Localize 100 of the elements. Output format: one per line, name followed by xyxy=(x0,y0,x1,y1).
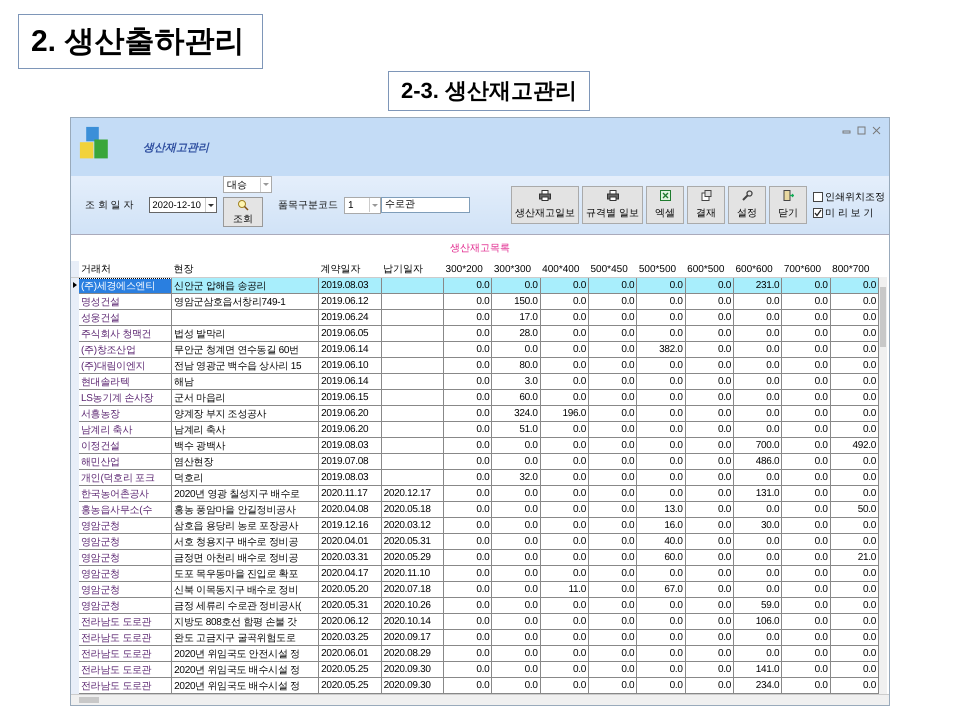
table-cell: 0.0 xyxy=(862,600,876,611)
table-cell: (주)대림이엔지 xyxy=(81,360,146,372)
table-cell: 196.0 xyxy=(562,408,586,419)
table-cell: 700.0 xyxy=(756,440,780,451)
search-button[interactable]: 조회 xyxy=(222,197,263,227)
table-cell: 3.0 xyxy=(524,376,538,387)
table-cell: 0.0 xyxy=(766,408,780,419)
table-cell: 영암군청 xyxy=(81,584,120,596)
toolbar-button[interactable]: 설정 xyxy=(728,186,766,224)
table-cell: 0.0 xyxy=(476,552,490,563)
table-cell: 0.0 xyxy=(718,296,731,307)
table-cell: 2020.05.25 xyxy=(321,664,368,675)
table-cell: 0.0 xyxy=(862,616,876,627)
table-cell: 0.0 xyxy=(621,280,634,291)
table-cell: 2020.10.26 xyxy=(384,600,431,611)
table-cell: 0.0 xyxy=(670,616,683,627)
table-cell: 홍농 풍암마을 안길정비공사 xyxy=(174,504,296,516)
checkbox[interactable]: 미 리 보 기 xyxy=(813,206,885,220)
table-cell: 백수 광백사 xyxy=(174,440,226,452)
table-cell: 0.0 xyxy=(476,584,490,595)
table-cell: 0.0 xyxy=(476,600,490,611)
table-cell: 0.0 xyxy=(718,584,731,595)
table-cell: 2019.12.16 xyxy=(321,520,368,531)
table-cell: 2020.06.01 xyxy=(321,648,368,659)
table-cell: 개인(덕호리 포크 xyxy=(81,472,154,484)
table-cell: 0.0 xyxy=(766,504,780,515)
table-cell: 2020.11.17 xyxy=(321,488,368,499)
table-cell: 전라남도 도로관 xyxy=(81,616,152,628)
table-cell: 0.0 xyxy=(572,632,586,643)
table-cell: 0.0 xyxy=(814,616,828,627)
table-cell: 2019.08.03 xyxy=(321,280,368,291)
table-cell: 0.0 xyxy=(670,632,683,643)
table-cell: 0.0 xyxy=(862,520,876,531)
table-cell: 0.0 xyxy=(766,296,780,307)
table-cell: 금정 세류리 수로관 정비공사( xyxy=(174,600,302,612)
code-select[interactable]: 1 xyxy=(344,196,381,214)
table-cell: 0.0 xyxy=(572,680,586,691)
table-cell: 영암군청 xyxy=(81,552,120,564)
table-cell: 0.0 xyxy=(814,520,828,531)
table-cell: 0.0 xyxy=(766,360,780,371)
table-cell: 남계리 축사 xyxy=(174,424,226,436)
table-cell: 2020년 영광 칠성지구 배수로 xyxy=(174,488,300,500)
table-cell: 0.0 xyxy=(862,488,876,499)
table-cell: 0.0 xyxy=(476,376,490,387)
date-field[interactable]: 2020-12-10 xyxy=(149,197,217,213)
table-cell: 0.0 xyxy=(718,392,731,403)
table-cell: 2020.04.01 xyxy=(321,536,368,547)
table-cell: 0.0 xyxy=(718,360,731,371)
table-cell: 150.0 xyxy=(514,296,538,307)
table-cell: 0.0 xyxy=(670,568,683,579)
table-cell: 0.0 xyxy=(670,648,683,659)
table-cell: 492.0 xyxy=(852,440,876,451)
company-select[interactable]: 대승 xyxy=(222,176,272,193)
table-cell: 231.0 xyxy=(756,280,780,291)
table-cell: 0.0 xyxy=(670,488,683,499)
table-cell: 0.0 xyxy=(862,296,876,307)
table-cell: 40.0 xyxy=(664,536,683,547)
table-cell: 0.0 xyxy=(766,568,780,579)
table-cell: 0.0 xyxy=(621,440,634,451)
checkbox[interactable]: 인쇄위치조정 xyxy=(813,190,885,204)
table-cell: 2020.05.31 xyxy=(384,536,431,547)
table-cell: 0.0 xyxy=(718,424,731,435)
table-cell: 0.0 xyxy=(524,568,538,579)
table-cell: 0.0 xyxy=(670,664,683,675)
table-cell: 0.0 xyxy=(476,504,490,515)
toolbar-button[interactable]: 규격별 일보 xyxy=(582,186,643,224)
table-cell: 67.0 xyxy=(664,584,683,595)
table-cell: 0.0 xyxy=(621,536,634,547)
table-cell: 덕호리 xyxy=(174,472,204,484)
toolbar-button[interactable]: 엑셀 xyxy=(646,186,684,224)
table-cell: 60.0 xyxy=(519,392,538,403)
toolbar-button[interactable]: 생산재고일보 xyxy=(511,186,580,224)
toolbar-button[interactable]: 닫기 xyxy=(769,186,807,224)
table-cell: 0.0 xyxy=(814,392,828,403)
table-cell: 0.0 xyxy=(718,328,731,339)
table-cell: 0.0 xyxy=(476,440,490,451)
table-cell: 0.0 xyxy=(814,536,828,547)
toolbar-button[interactable]: 결재 xyxy=(687,186,725,224)
table-cell: 0.0 xyxy=(476,456,490,467)
table-cell: 0.0 xyxy=(572,616,586,627)
table-cell: 0.0 xyxy=(621,344,634,355)
table-cell: 0.0 xyxy=(718,568,731,579)
table-cell: 양계장 부지 조성공사 xyxy=(174,408,266,420)
table-cell: 50.0 xyxy=(858,504,876,515)
table-cell: 0.0 xyxy=(524,488,538,499)
table-cell: 전남 영광군 백수읍 상사리 15 xyxy=(174,360,302,372)
table-cell: 0.0 xyxy=(572,296,586,307)
table-cell: 법성 발막리 xyxy=(174,328,226,340)
table-cell: 0.0 xyxy=(862,632,876,643)
code-name-field[interactable]: 수로관 xyxy=(380,197,470,213)
table-cell: 0.0 xyxy=(862,424,876,435)
table-cell: 0.0 xyxy=(718,472,731,483)
table-cell: 0.0 xyxy=(572,600,586,611)
table-cell: 30.0 xyxy=(761,520,780,531)
table-cell: 0.0 xyxy=(476,648,490,659)
table-cell: 0.0 xyxy=(572,456,586,467)
table-cell: 신북 이목동지구 배수로 정비 xyxy=(174,584,298,596)
table-cell: 0.0 xyxy=(621,584,634,595)
table-cell: 0.0 xyxy=(476,280,490,291)
table-cell: 지방도 808호선 함평 손불 갓 xyxy=(174,616,297,628)
